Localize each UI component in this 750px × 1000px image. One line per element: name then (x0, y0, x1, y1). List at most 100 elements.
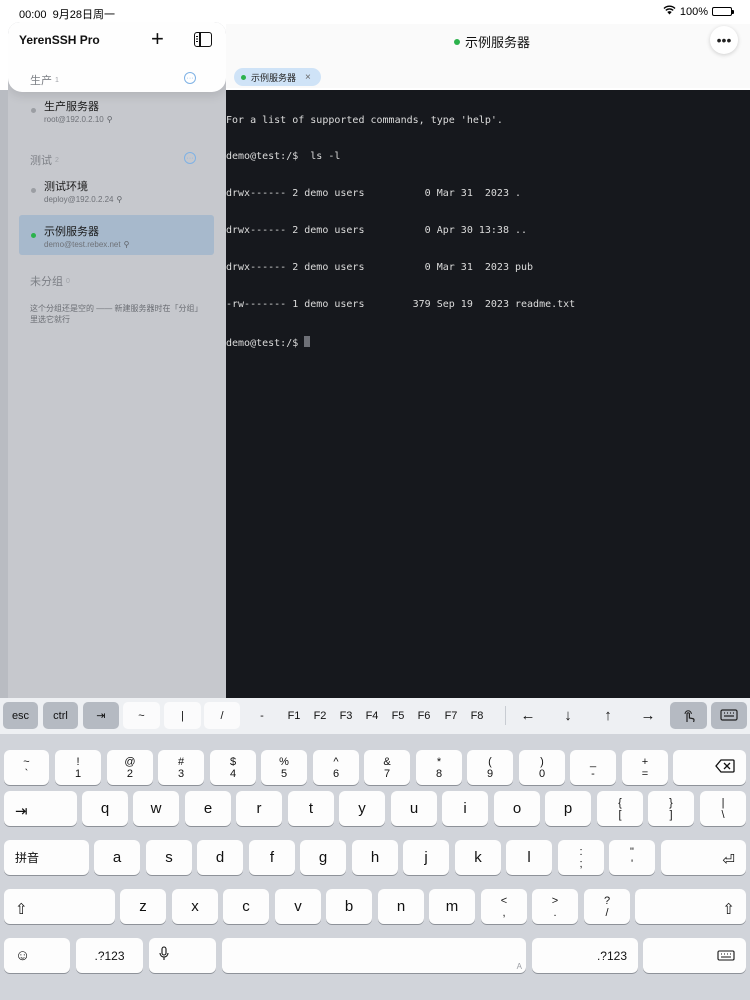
key-0[interactable]: ) 0 (519, 750, 565, 785)
sidebar-toggle-icon[interactable] (194, 32, 212, 47)
numbers-key-right[interactable]: .?123 (532, 938, 638, 973)
server-item-production[interactable]: 生产服务器 root@192.0.2.10 ⚲ (19, 90, 214, 130)
f1-key[interactable]: F1 (282, 702, 306, 729)
server-item-example[interactable]: 示例服务器 demo@test.rebex.net ⚲ (19, 215, 214, 255)
key-k[interactable]: k (455, 840, 501, 875)
return-key[interactable]: ⏎ (661, 840, 746, 875)
key-5[interactable]: % 5 (261, 750, 307, 785)
key-c[interactable]: c (223, 889, 269, 924)
key-p[interactable]: p (545, 791, 591, 826)
arrow-up-icon[interactable]: ↑ (592, 702, 624, 729)
key-7[interactable]: & 7 (364, 750, 410, 785)
key-u[interactable]: u (391, 791, 437, 826)
key-9[interactable]: (9 (467, 750, 513, 785)
delete-key[interactable] (673, 750, 746, 785)
numbers-key-left[interactable]: .?123 (76, 938, 143, 973)
key-q[interactable]: q (82, 791, 128, 826)
session-tab[interactable]: 示例服务器 × (234, 68, 321, 86)
f6-key[interactable]: F6 (412, 702, 436, 729)
key-x[interactable]: x (172, 889, 218, 924)
f4-key[interactable]: F4 (360, 702, 384, 729)
key-i[interactable]: i (442, 791, 488, 826)
key-t[interactable]: t (288, 791, 334, 826)
keyboard-dismiss-key[interactable] (643, 938, 746, 973)
server-item-test[interactable]: 测试环境 deploy@192.0.2.24 ⚲ (19, 170, 214, 210)
key-v[interactable]: v (275, 889, 321, 924)
key-w[interactable]: w (133, 791, 179, 826)
group-header-test[interactable]: 测试 2 (30, 152, 59, 168)
add-server-button[interactable]: + (151, 28, 164, 50)
arrow-left-icon[interactable]: ← (512, 702, 544, 729)
f7-key[interactable]: F7 (439, 702, 463, 729)
tab-label: 示例服务器 (251, 72, 297, 83)
key-quote[interactable]: " ' (609, 840, 655, 875)
ctrl-key[interactable]: ctrl (43, 702, 78, 729)
key-comma[interactable]: <, (481, 889, 527, 924)
more-options-button[interactable]: ••• (710, 26, 738, 54)
tab-close-icon[interactable]: × (305, 72, 311, 83)
key-period[interactable]: >. (532, 889, 578, 924)
group-header-production[interactable]: 生产 1 (30, 72, 59, 88)
key-backslash[interactable]: | \ (700, 791, 746, 826)
esc-key[interactable]: esc (3, 702, 38, 729)
key-semicolon[interactable]: :; (558, 840, 604, 875)
key-3[interactable]: #3 (158, 750, 204, 785)
tilde-key[interactable]: ~ (123, 702, 160, 729)
key-r[interactable]: r (236, 791, 282, 826)
key-right-brace[interactable]: }] (648, 791, 694, 826)
key-g[interactable]: g (300, 840, 346, 875)
key-left-brace[interactable]: {[ (597, 791, 643, 826)
group-more-icon[interactable]: ··· (184, 152, 196, 164)
slash-key[interactable]: / (204, 702, 240, 729)
emoji-key[interactable]: ☺ (4, 938, 70, 973)
key-e[interactable]: e (185, 791, 231, 826)
key-z[interactable]: z (120, 889, 166, 924)
keyboard-hide-icon[interactable] (711, 702, 747, 729)
key-o[interactable]: o (494, 791, 540, 826)
key-backtick[interactable]: ~ ` (4, 750, 49, 785)
accessory-divider (505, 706, 506, 725)
key-8[interactable]: * 8 (416, 750, 462, 785)
arrow-down-icon[interactable]: ↓ (552, 702, 584, 729)
pinyin-key[interactable]: 拼音 (4, 840, 89, 875)
f5-key[interactable]: F5 (386, 702, 410, 729)
arrow-right-icon[interactable]: → (632, 702, 664, 729)
key-s[interactable]: s (146, 840, 192, 875)
dash-key[interactable]: - (244, 702, 280, 729)
dictation-key[interactable] (149, 938, 216, 973)
key-m[interactable]: m (429, 889, 475, 924)
sidebar: YerenSSH Pro + 生产 1 ··· 生产服务器 root@192.0.… (8, 22, 226, 698)
key-minus[interactable]: _ - (570, 750, 616, 785)
terminal-view[interactable]: For a list of supported commands, type '… (226, 90, 750, 698)
key-d[interactable]: d (197, 840, 243, 875)
key-b[interactable]: b (326, 889, 372, 924)
key-h[interactable]: h (352, 840, 398, 875)
terminal-line: drwx------ 2 demo users 0 Apr 30 13:38 .… (226, 225, 528, 237)
onscreen-keyboard: ~ ` ! 1 @2 #3 $4 % 5 ^ 6 & 7 * 8 (9 ) 0 _ - + = ⇥… (0, 734, 750, 1000)
tab-key-keyboard[interactable]: ⇥ (4, 791, 77, 826)
key-6[interactable]: ^ 6 (313, 750, 359, 785)
shift-left-key[interactable]: ⇧ (4, 889, 115, 924)
key-2[interactable]: @2 (107, 750, 153, 785)
tab-icon: ⇥ (15, 803, 28, 820)
key-a[interactable]: a (94, 840, 140, 875)
key-4[interactable]: $4 (210, 750, 256, 785)
touch-mode-icon[interactable] (670, 702, 707, 729)
f2-key[interactable]: F2 (308, 702, 332, 729)
key-1[interactable]: ! 1 (55, 750, 101, 785)
key-j[interactable]: j (403, 840, 449, 875)
space-key[interactable]: A (222, 938, 526, 973)
key-l[interactable]: l (506, 840, 552, 875)
shift-right-key[interactable]: ⇧ (635, 889, 746, 924)
f8-key[interactable]: F8 (465, 702, 489, 729)
key-y[interactable]: y (339, 791, 385, 826)
pipe-key[interactable]: | (164, 702, 201, 729)
key-equals[interactable]: + = (622, 750, 668, 785)
f3-key[interactable]: F3 (334, 702, 358, 729)
group-more-icon[interactable]: ··· (184, 72, 196, 84)
group-header-ungrouped[interactable]: 未分组 0 (30, 273, 70, 289)
key-f[interactable]: f (249, 840, 295, 875)
tab-key[interactable]: ⇥ (83, 702, 119, 729)
key-slash[interactable]: ? / (584, 889, 630, 924)
key-n[interactable]: n (378, 889, 424, 924)
